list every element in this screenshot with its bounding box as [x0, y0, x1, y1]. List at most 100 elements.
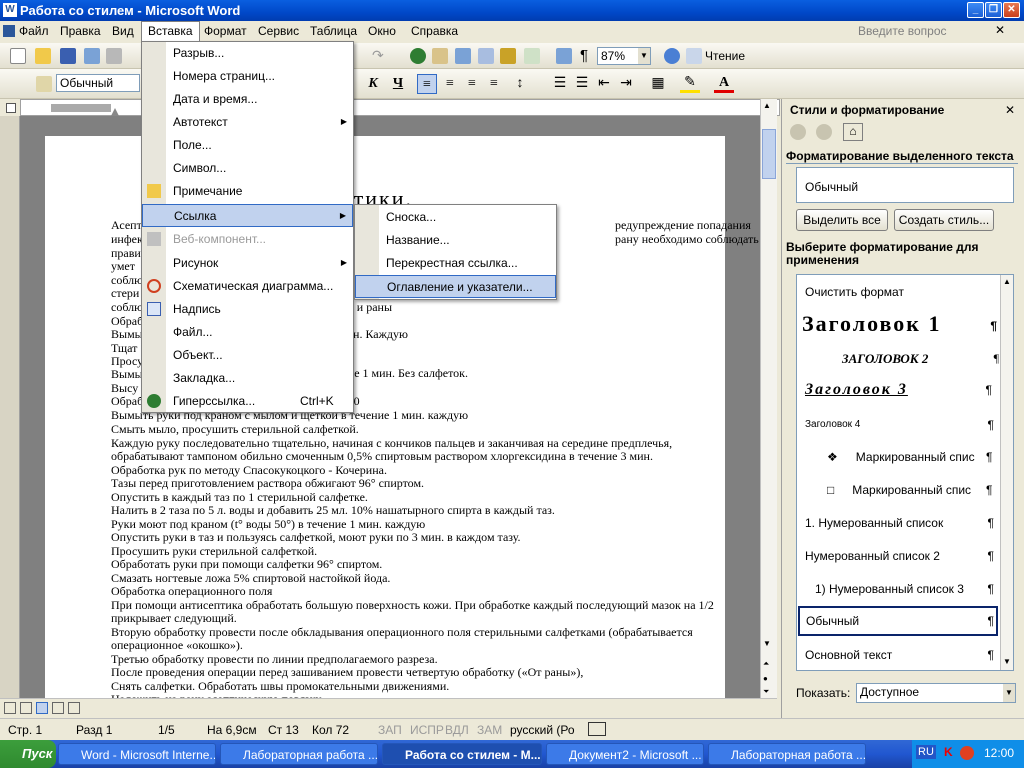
menu-item-hyperlink[interactable]: Гиперссылка... Ctrl+K: [142, 390, 353, 413]
numbering-icon[interactable]: ☰: [550, 74, 570, 94]
menu-insert[interactable]: Вставка: [141, 21, 200, 42]
antivirus-icon[interactable]: K: [944, 745, 953, 759]
align-left-button[interactable]: ≡: [417, 74, 437, 94]
tables-borders-icon[interactable]: [432, 48, 448, 64]
italic-button[interactable]: K: [363, 74, 383, 94]
menu-item-comment[interactable]: Примечание: [142, 180, 353, 203]
close-button[interactable]: ✕: [1003, 2, 1020, 18]
style-item-heading3[interactable]: Заголовок 3 ¶: [805, 381, 1000, 399]
maximize-button[interactable]: ❐: [985, 2, 1002, 18]
scroll-up-icon[interactable]: ▲: [763, 101, 771, 110]
normal-view-icon[interactable]: [4, 702, 16, 714]
read-button[interactable]: Чтение: [705, 49, 745, 63]
browse-object-icon[interactable]: ●: [763, 674, 768, 683]
menu-edit[interactable]: Правка: [60, 24, 101, 38]
vertical-scrollbar[interactable]: ▲ ▼ ⏶ ● ⏷: [760, 99, 777, 698]
web-view-icon[interactable]: [20, 702, 32, 714]
align-center-button[interactable]: ≡: [440, 74, 460, 94]
zoom-combo[interactable]: 87% ▼: [597, 47, 651, 65]
tray-app-icon[interactable]: [960, 746, 974, 760]
read-mode-icon[interactable]: [686, 48, 702, 64]
menu-format[interactable]: Формат: [204, 24, 247, 38]
menu-item-object[interactable]: Объект...: [142, 344, 353, 367]
pane-close-icon[interactable]: ✕: [1005, 103, 1015, 117]
task-style-work[interactable]: Работа со стилем - М...: [382, 743, 542, 765]
menu-window[interactable]: Окно: [368, 24, 396, 38]
document-icon[interactable]: [3, 25, 15, 37]
menu-item-reference[interactable]: Ссылка ▶: [142, 204, 353, 227]
style-item-clear[interactable]: Очистить формат: [805, 285, 1008, 299]
style-item-heading2[interactable]: ЗАГОЛОВОК 2 ¶: [842, 351, 1005, 367]
show-hide-icon[interactable]: ¶: [580, 47, 588, 64]
style-list[interactable]: Очистить формат Заголовок 1 ¶ ЗАГОЛОВОК 2…: [796, 274, 1014, 671]
style-combo[interactable]: Обычный: [56, 74, 140, 92]
back-icon[interactable]: [790, 124, 806, 140]
chevron-down-icon[interactable]: ▼: [638, 48, 650, 64]
task-lab-work-1[interactable]: Лабораторная работа ...: [220, 743, 378, 765]
menu-item-file[interactable]: Файл...: [142, 321, 353, 344]
style-list-scrollbar[interactable]: ▲ ▼: [1000, 275, 1013, 670]
close-doc-icon[interactable]: ✕: [995, 23, 1005, 37]
style-item-heading4[interactable]: Заголовок 4 ¶: [805, 418, 1000, 432]
line-spacing-icon[interactable]: ↕: [510, 74, 530, 94]
scroll-down-icon[interactable]: ▼: [1003, 657, 1011, 666]
scroll-thumb[interactable]: [762, 129, 776, 179]
horizontal-ruler[interactable]: [20, 99, 780, 116]
menu-item-break[interactable]: Разрыв...: [142, 42, 353, 65]
permission-icon[interactable]: [84, 48, 100, 64]
hyperlink-icon[interactable]: [410, 48, 426, 64]
menu-item-symbol[interactable]: Символ...: [142, 157, 353, 180]
next-page-icon[interactable]: ⏷: [763, 687, 769, 697]
menu-item-bookmark[interactable]: Закладка...: [142, 367, 353, 390]
style-item-numbered2[interactable]: Нумерованный список 2 ¶: [805, 549, 1000, 563]
justify-button[interactable]: ≡: [484, 74, 504, 94]
style-item-bullet1[interactable]: ❖ Маркированный спис: [827, 450, 1000, 464]
save-icon[interactable]: [60, 48, 76, 64]
outline-view-icon[interactable]: [52, 702, 64, 714]
style-item-normal[interactable]: Обычный ¶: [798, 606, 998, 636]
vertical-ruler[interactable]: [0, 116, 20, 698]
bullets-icon[interactable]: ☰: [572, 74, 592, 94]
print-layout-icon[interactable]: [36, 702, 48, 714]
open-icon[interactable]: [35, 48, 51, 64]
font-color-icon[interactable]: A: [714, 73, 734, 93]
menu-table[interactable]: Таблица: [310, 24, 357, 38]
excel-icon[interactable]: [478, 48, 494, 64]
select-all-button[interactable]: Выделить все: [796, 209, 888, 231]
selected-style-box[interactable]: Обычный: [796, 167, 1014, 203]
decrease-indent-icon[interactable]: ⇤: [594, 74, 614, 94]
reading-view-icon[interactable]: [68, 702, 80, 714]
task-document2[interactable]: Документ2 - Microsoft ...: [546, 743, 704, 765]
menu-item-caption[interactable]: Название...: [355, 229, 556, 252]
status-overtype[interactable]: ЗАМ: [477, 723, 502, 737]
menu-item-picture[interactable]: Рисунок ▶: [142, 252, 353, 275]
menu-view[interactable]: Вид: [112, 24, 134, 38]
insert-table-icon[interactable]: [455, 48, 471, 64]
horizontal-scrollbar[interactable]: [0, 698, 777, 716]
new-doc-icon[interactable]: [10, 48, 26, 64]
borders-icon[interactable]: ▦: [648, 74, 668, 94]
ask-question-box[interactable]: Введите вопрос: [858, 24, 947, 38]
task-lab-work-2[interactable]: Лабораторная работа ...: [708, 743, 866, 765]
start-button[interactable]: Пуск: [0, 740, 56, 768]
menu-item-page-numbers[interactable]: Номера страниц...: [142, 65, 353, 88]
drawing-icon[interactable]: [524, 48, 540, 64]
tab-selector[interactable]: [6, 103, 16, 113]
style-item-heading1[interactable]: Заголовок 1 ¶: [802, 311, 1005, 337]
menu-item-diagram[interactable]: Схематическая диаграмма...: [142, 275, 353, 298]
print-icon[interactable]: [106, 48, 122, 64]
indent-marker[interactable]: [111, 100, 119, 116]
increase-indent-icon[interactable]: ⇥: [616, 74, 636, 94]
scroll-up-icon[interactable]: ▲: [1003, 277, 1011, 286]
doc-map-icon[interactable]: [556, 48, 572, 64]
menu-item-date-time[interactable]: Дата и время...: [142, 88, 353, 111]
menu-help[interactable]: Справка: [411, 24, 458, 38]
style-item-numbered3[interactable]: 1) Нумерованный список 3 ¶: [815, 582, 1000, 596]
menu-item-autotext[interactable]: Автотекст ▶: [142, 111, 353, 134]
highlight-icon[interactable]: ✎: [680, 73, 700, 93]
menu-item-cross-reference[interactable]: Перекрестная ссылка...: [355, 252, 556, 275]
forward-icon[interactable]: [816, 124, 832, 140]
new-style-button[interactable]: Создать стиль...: [894, 209, 994, 231]
menu-tools[interactable]: Сервис: [258, 24, 299, 38]
underline-button[interactable]: Ч: [388, 74, 408, 94]
